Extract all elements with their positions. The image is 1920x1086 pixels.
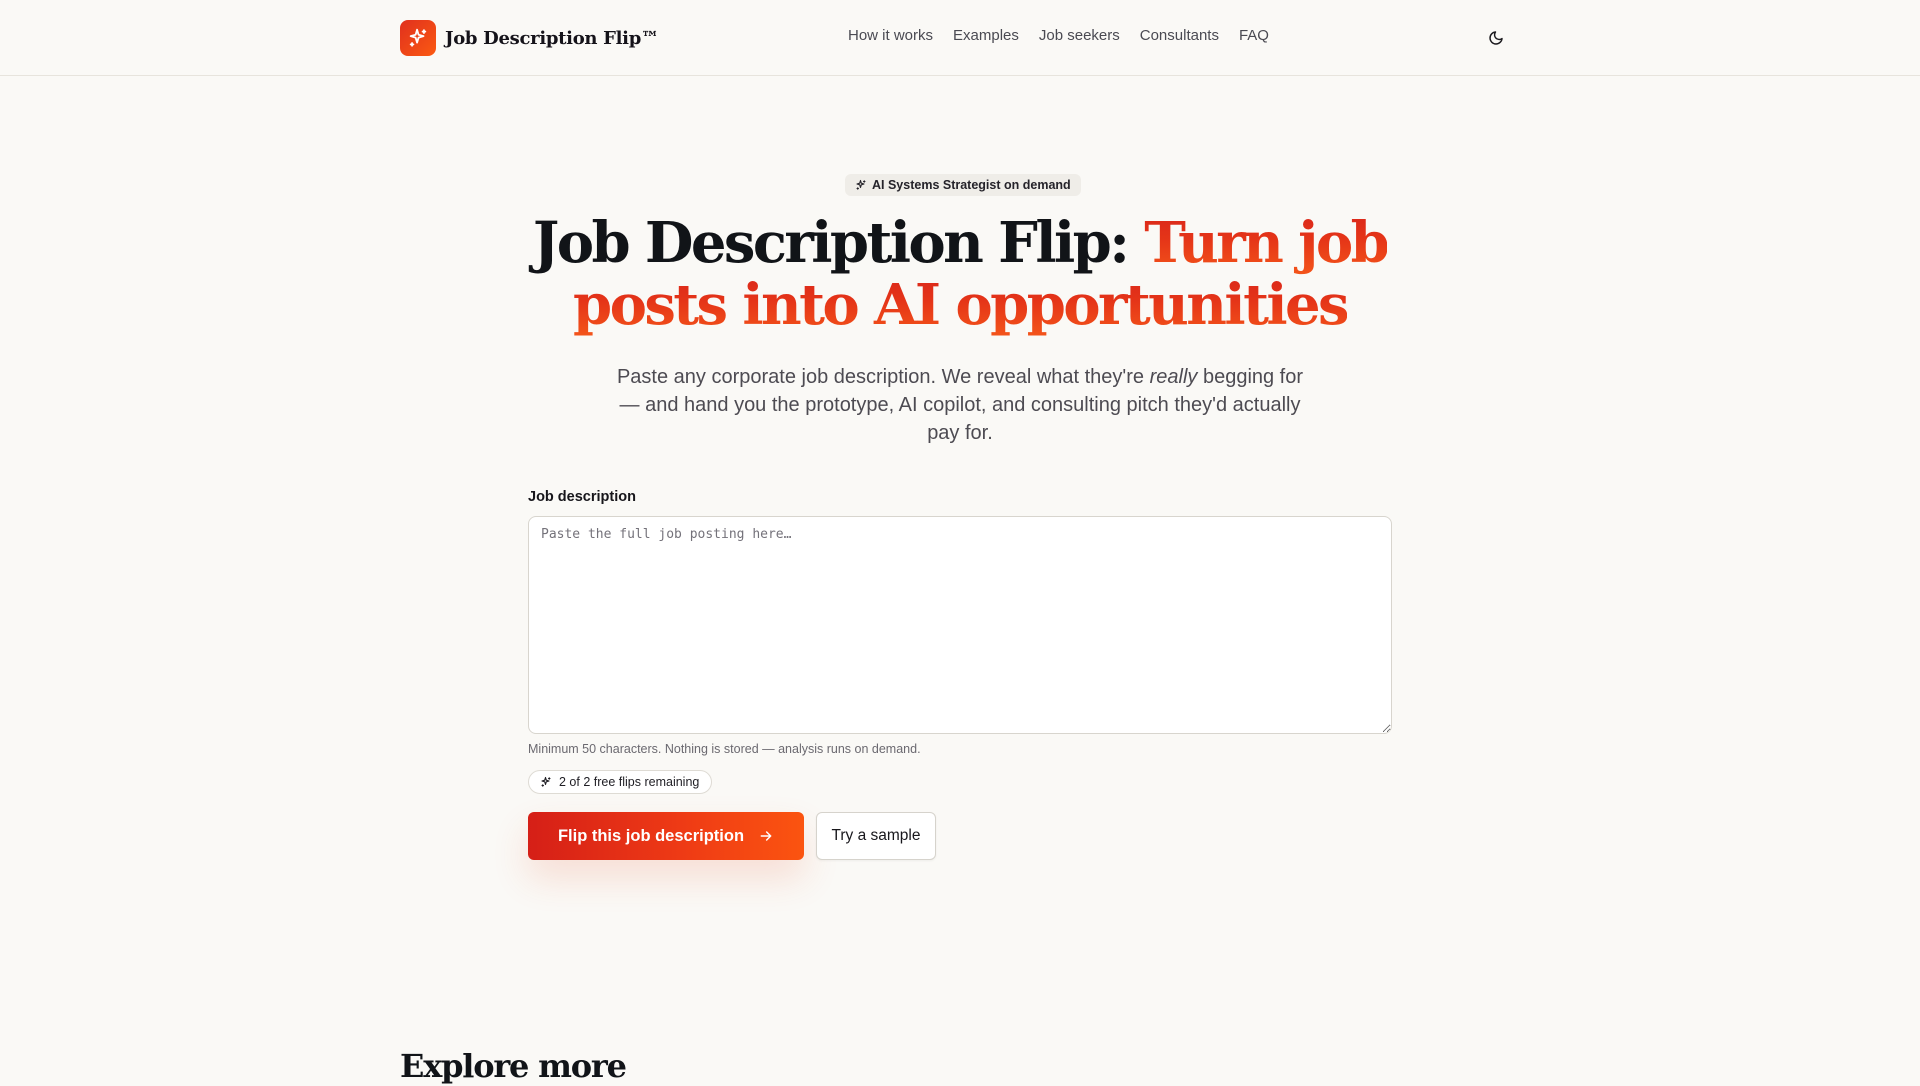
main-nav: How it works Examples Job seekers Consul… bbox=[848, 27, 1269, 44]
flip-button-label: Flip this job description bbox=[557, 826, 745, 845]
page-title: Job Description Flip: Turn job posts int… bbox=[460, 212, 1460, 336]
subtitle-part-1: Paste any corporate job description. We … bbox=[616, 366, 1150, 388]
theme-toggle-button[interactable] bbox=[1484, 26, 1508, 50]
explore-more-heading: Explore more bbox=[400, 1047, 627, 1085]
job-description-label: Job description bbox=[528, 489, 636, 505]
title-main: Job Description Flip: bbox=[532, 210, 1145, 276]
brand-home-link[interactable]: Job Description Flip™ bbox=[400, 20, 659, 56]
brand-name: Job Description Flip™ bbox=[445, 27, 659, 49]
nav-how-it-works[interactable]: How it works bbox=[848, 27, 933, 44]
input-hint: Minimum 50 characters. Nothing is stored… bbox=[528, 742, 921, 756]
flip-job-description-button[interactable]: Flip this job description bbox=[528, 812, 804, 860]
moon-icon bbox=[1489, 31, 1503, 45]
subtitle-emphasis: really bbox=[1149, 366, 1198, 388]
hero-subtitle: Paste any corporate job description. We … bbox=[610, 363, 1310, 447]
sparkles-icon bbox=[856, 179, 866, 190]
job-description-input[interactable] bbox=[528, 516, 1392, 734]
nav-job-seekers[interactable]: Job seekers bbox=[1039, 27, 1120, 44]
free-flips-label: 2 of 2 free flips remaining bbox=[559, 775, 700, 789]
sparkles-icon bbox=[541, 776, 551, 787]
site-header: Job Description Flip™ How it works Examp… bbox=[0, 0, 1920, 76]
arrow-right-icon bbox=[760, 831, 772, 841]
nav-faq[interactable]: FAQ bbox=[1239, 27, 1269, 44]
hero-badge-label: AI Systems Strategist on demand bbox=[872, 178, 1071, 192]
nav-consultants[interactable]: Consultants bbox=[1140, 27, 1219, 44]
hero-badge: AI Systems Strategist on demand bbox=[845, 174, 1081, 196]
free-flips-badge: 2 of 2 free flips remaining bbox=[528, 770, 713, 794]
sparkles-icon bbox=[400, 20, 436, 56]
nav-examples[interactable]: Examples bbox=[953, 27, 1019, 44]
try-sample-button[interactable]: Try a sample bbox=[816, 812, 936, 860]
